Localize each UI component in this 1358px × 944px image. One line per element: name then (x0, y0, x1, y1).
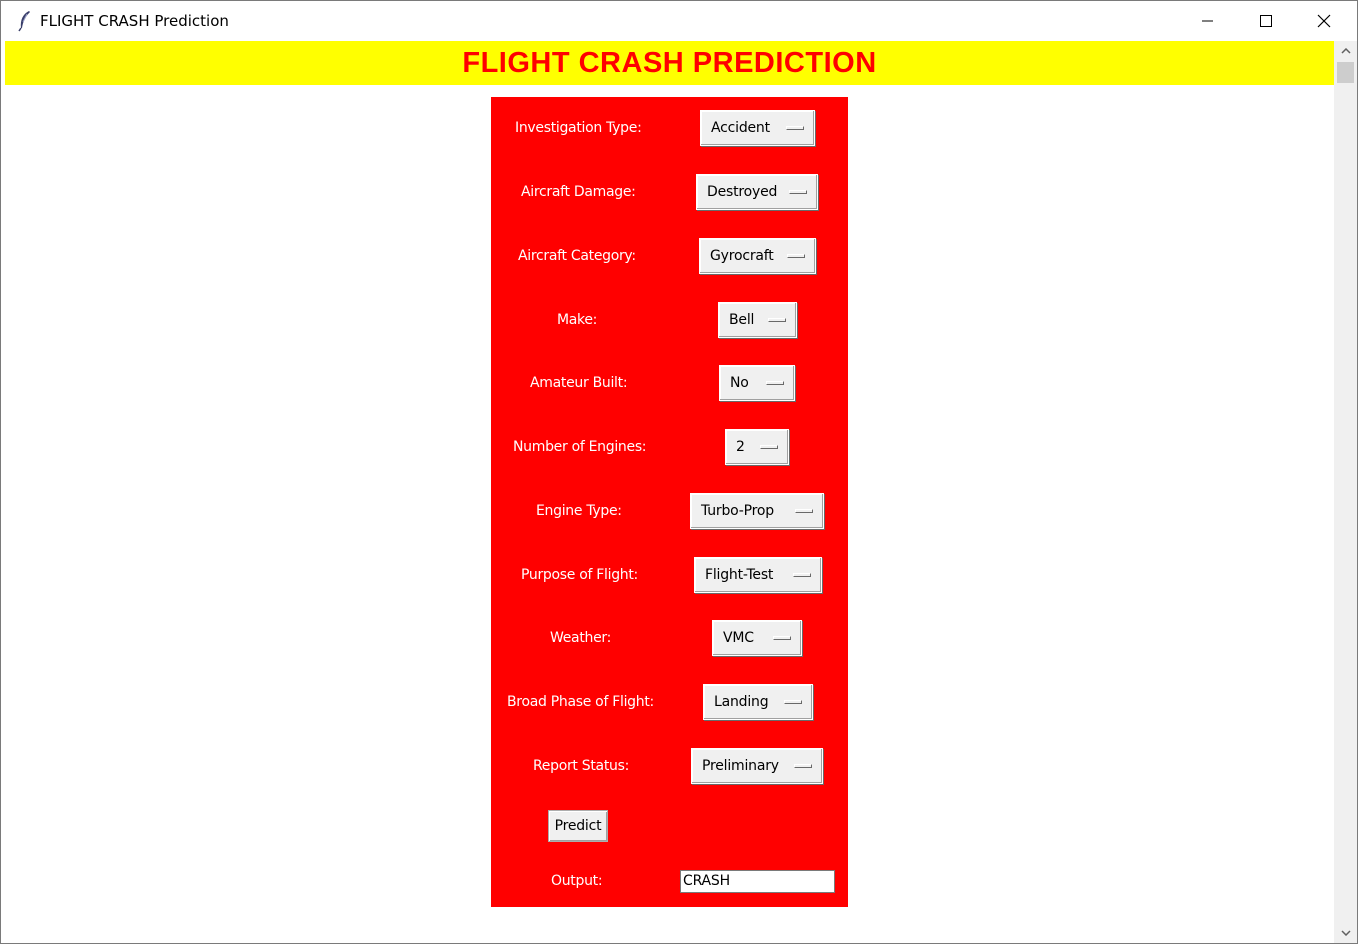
dropdown-value: VMC (723, 630, 754, 646)
option-menu-indicator-icon (794, 764, 812, 768)
dropdown-value: Landing (714, 694, 769, 710)
field-label: Number of Engines: (513, 439, 647, 455)
field-row-engine-type: Engine Type: Turbo-Prop (491, 493, 848, 531)
option-menu-indicator-icon (789, 190, 807, 194)
dropdown-value: Turbo-Prop (701, 503, 774, 519)
field-label: Purpose of Flight: (521, 567, 638, 583)
dropdown-value: Bell (729, 312, 755, 328)
field-row-make: Make: Bell (491, 302, 848, 340)
dropdown-value: Flight-Test (705, 567, 774, 583)
output-label: Output: (551, 873, 603, 889)
field-row-aircraft-category: Aircraft Category: Gyrocraft (491, 238, 848, 276)
amateur-built-dropdown[interactable]: No (719, 365, 795, 401)
field-label: Make: (557, 312, 598, 328)
option-menu-indicator-icon (773, 636, 791, 640)
purpose-of-flight-dropdown[interactable]: Flight-Test (694, 557, 822, 593)
option-menu-indicator-icon (795, 509, 813, 513)
engine-type-dropdown[interactable]: Turbo-Prop (690, 493, 824, 529)
field-row-aircraft-damage: Aircraft Damage: Destroyed (491, 174, 848, 212)
app-window: FLIGHT CRASH Prediction FLIGHT CRASH PRE… (0, 0, 1358, 944)
scroll-thumb[interactable] (1337, 62, 1354, 83)
option-menu-indicator-icon (786, 126, 804, 130)
number-of-engines-dropdown[interactable]: 2 (725, 429, 789, 465)
maximize-button[interactable] (1237, 1, 1295, 41)
field-row-broad-phase-of-flight: Broad Phase of Flight: Landing (491, 684, 848, 722)
option-menu-indicator-icon (768, 318, 786, 322)
window-left-edge (1, 41, 5, 943)
dropdown-value: 2 (736, 439, 745, 455)
dropdown-value: Accident (711, 120, 770, 136)
maximize-icon (1260, 15, 1272, 27)
close-button[interactable] (1295, 1, 1353, 41)
dropdown-value: Destroyed (707, 184, 778, 200)
field-row-number-of-engines: Number of Engines: 2 (491, 429, 848, 467)
chevron-down-icon (1340, 930, 1351, 936)
weather-dropdown[interactable]: VMC (712, 620, 802, 656)
field-row-weather: Weather: VMC (491, 620, 848, 658)
dropdown-value: Gyrocraft (710, 248, 774, 264)
field-label: Aircraft Damage: (521, 184, 636, 200)
field-label: Weather: (550, 630, 612, 646)
minimize-icon (1202, 20, 1213, 22)
chevron-up-icon (1340, 48, 1351, 54)
vertical-scrollbar[interactable] (1334, 41, 1357, 943)
scroll-up-button[interactable] (1334, 41, 1357, 61)
field-row-amateur-built: Amateur Built: No (491, 365, 848, 403)
title-bar[interactable]: FLIGHT CRASH Prediction (1, 1, 1357, 41)
field-row-purpose-of-flight: Purpose of Flight: Flight-Test (491, 557, 848, 595)
option-menu-indicator-icon (784, 700, 802, 704)
scroll-down-button[interactable] (1334, 923, 1357, 943)
broad-phase-of-flight-dropdown[interactable]: Landing (703, 684, 813, 720)
minimize-button[interactable] (1179, 1, 1237, 41)
field-label: Amateur Built: (530, 375, 628, 391)
predict-button[interactable]: Predict (548, 810, 608, 842)
option-menu-indicator-icon (760, 445, 778, 449)
window-title: FLIGHT CRASH Prediction (40, 12, 229, 30)
prediction-form: Investigation Type: Accident Aircraft Da… (491, 97, 848, 907)
field-label: Broad Phase of Flight: (507, 694, 654, 710)
make-dropdown[interactable]: Bell (718, 302, 797, 338)
output-field[interactable]: CRASH (680, 870, 835, 893)
field-label: Report Status: (533, 758, 629, 774)
option-menu-indicator-icon (787, 254, 805, 258)
close-icon (1317, 14, 1331, 28)
aircraft-category-dropdown[interactable]: Gyrocraft (699, 238, 816, 274)
option-menu-indicator-icon (766, 381, 784, 385)
dropdown-value: No (730, 375, 749, 391)
option-menu-indicator-icon (793, 573, 811, 577)
aircraft-damage-dropdown[interactable]: Destroyed (696, 174, 818, 210)
feather-icon (18, 11, 30, 32)
header-banner: FLIGHT CRASH PREDICTION (5, 41, 1334, 85)
field-row-investigation-type: Investigation Type: Accident (491, 110, 848, 148)
field-label: Aircraft Category: (518, 248, 636, 264)
field-label: Investigation Type: (515, 120, 642, 136)
page-title: FLIGHT CRASH PREDICTION (462, 46, 877, 79)
report-status-dropdown[interactable]: Preliminary (691, 748, 823, 784)
field-row-report-status: Report Status: Preliminary (491, 748, 848, 786)
investigation-type-dropdown[interactable]: Accident (700, 110, 815, 146)
field-label: Engine Type: (536, 503, 622, 519)
dropdown-value: Preliminary (702, 758, 779, 774)
